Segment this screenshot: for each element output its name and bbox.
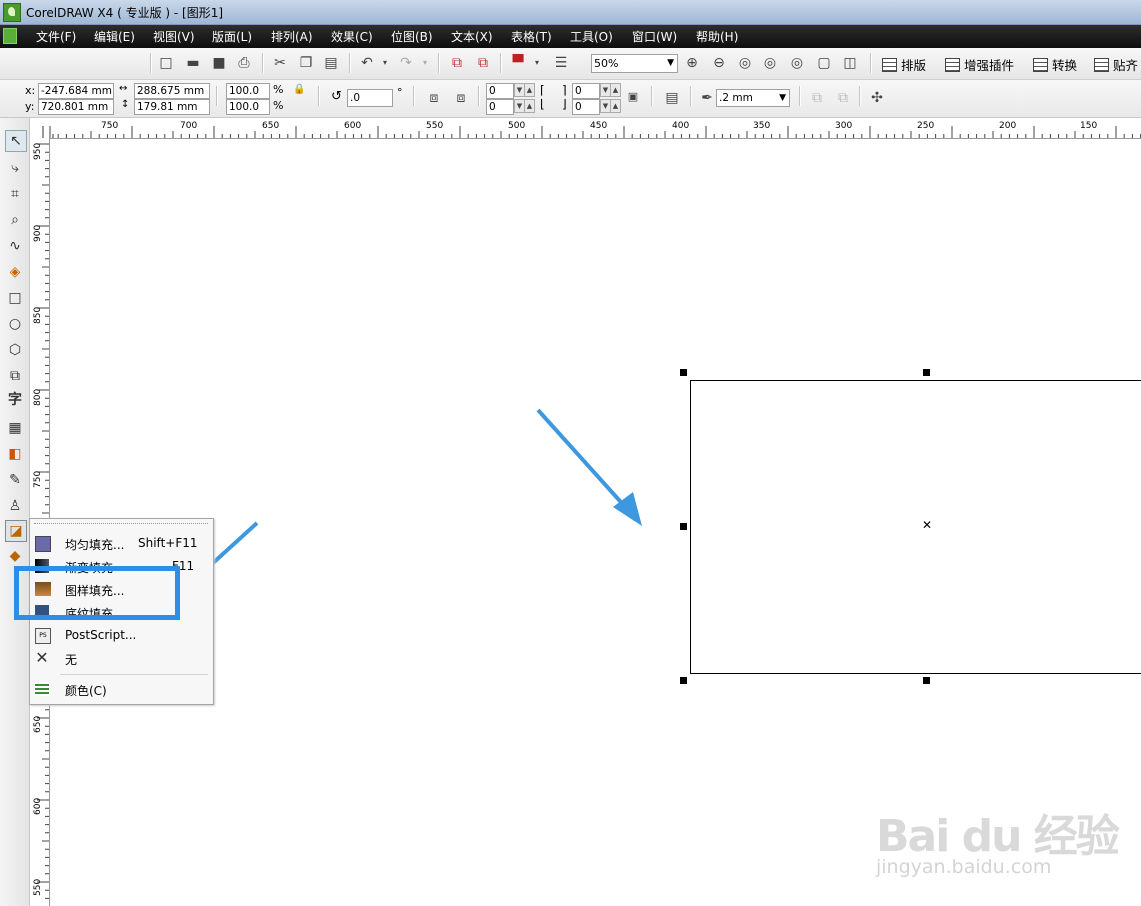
uniform-fill-item[interactable]: 均匀填充... Shift+F11 (30, 533, 213, 555)
no-fill-item[interactable]: ✕ 无 (30, 648, 213, 670)
flyout-grip[interactable] (34, 523, 208, 526)
no-fill-label: 无 (65, 653, 78, 667)
flyout-divider (60, 674, 208, 675)
annotation-arrows (188, 408, 642, 588)
postscript-fill-label: PostScript... (65, 628, 137, 642)
pattern-fill-highlight (14, 566, 180, 620)
color-docker-label: 颜色(C) (65, 684, 107, 698)
postscript-fill-icon: PS (35, 628, 51, 644)
arrow-to-rectangle (536, 408, 642, 526)
color-docker-icon (35, 682, 49, 696)
uniform-fill-shortcut: Shift+F11 (138, 536, 198, 550)
uniform-fill-icon (35, 536, 51, 552)
uniform-fill-label: 均匀填充... (65, 538, 125, 552)
color-docker-item[interactable]: 颜色(C) (30, 679, 213, 701)
no-fill-icon: ✕ (35, 648, 49, 667)
postscript-fill-item[interactable]: PS PostScript... (30, 625, 213, 647)
watermark-logo: Bai du 经验 (876, 811, 1120, 862)
watermark-url: jingyan.baidu.com (876, 856, 1052, 878)
